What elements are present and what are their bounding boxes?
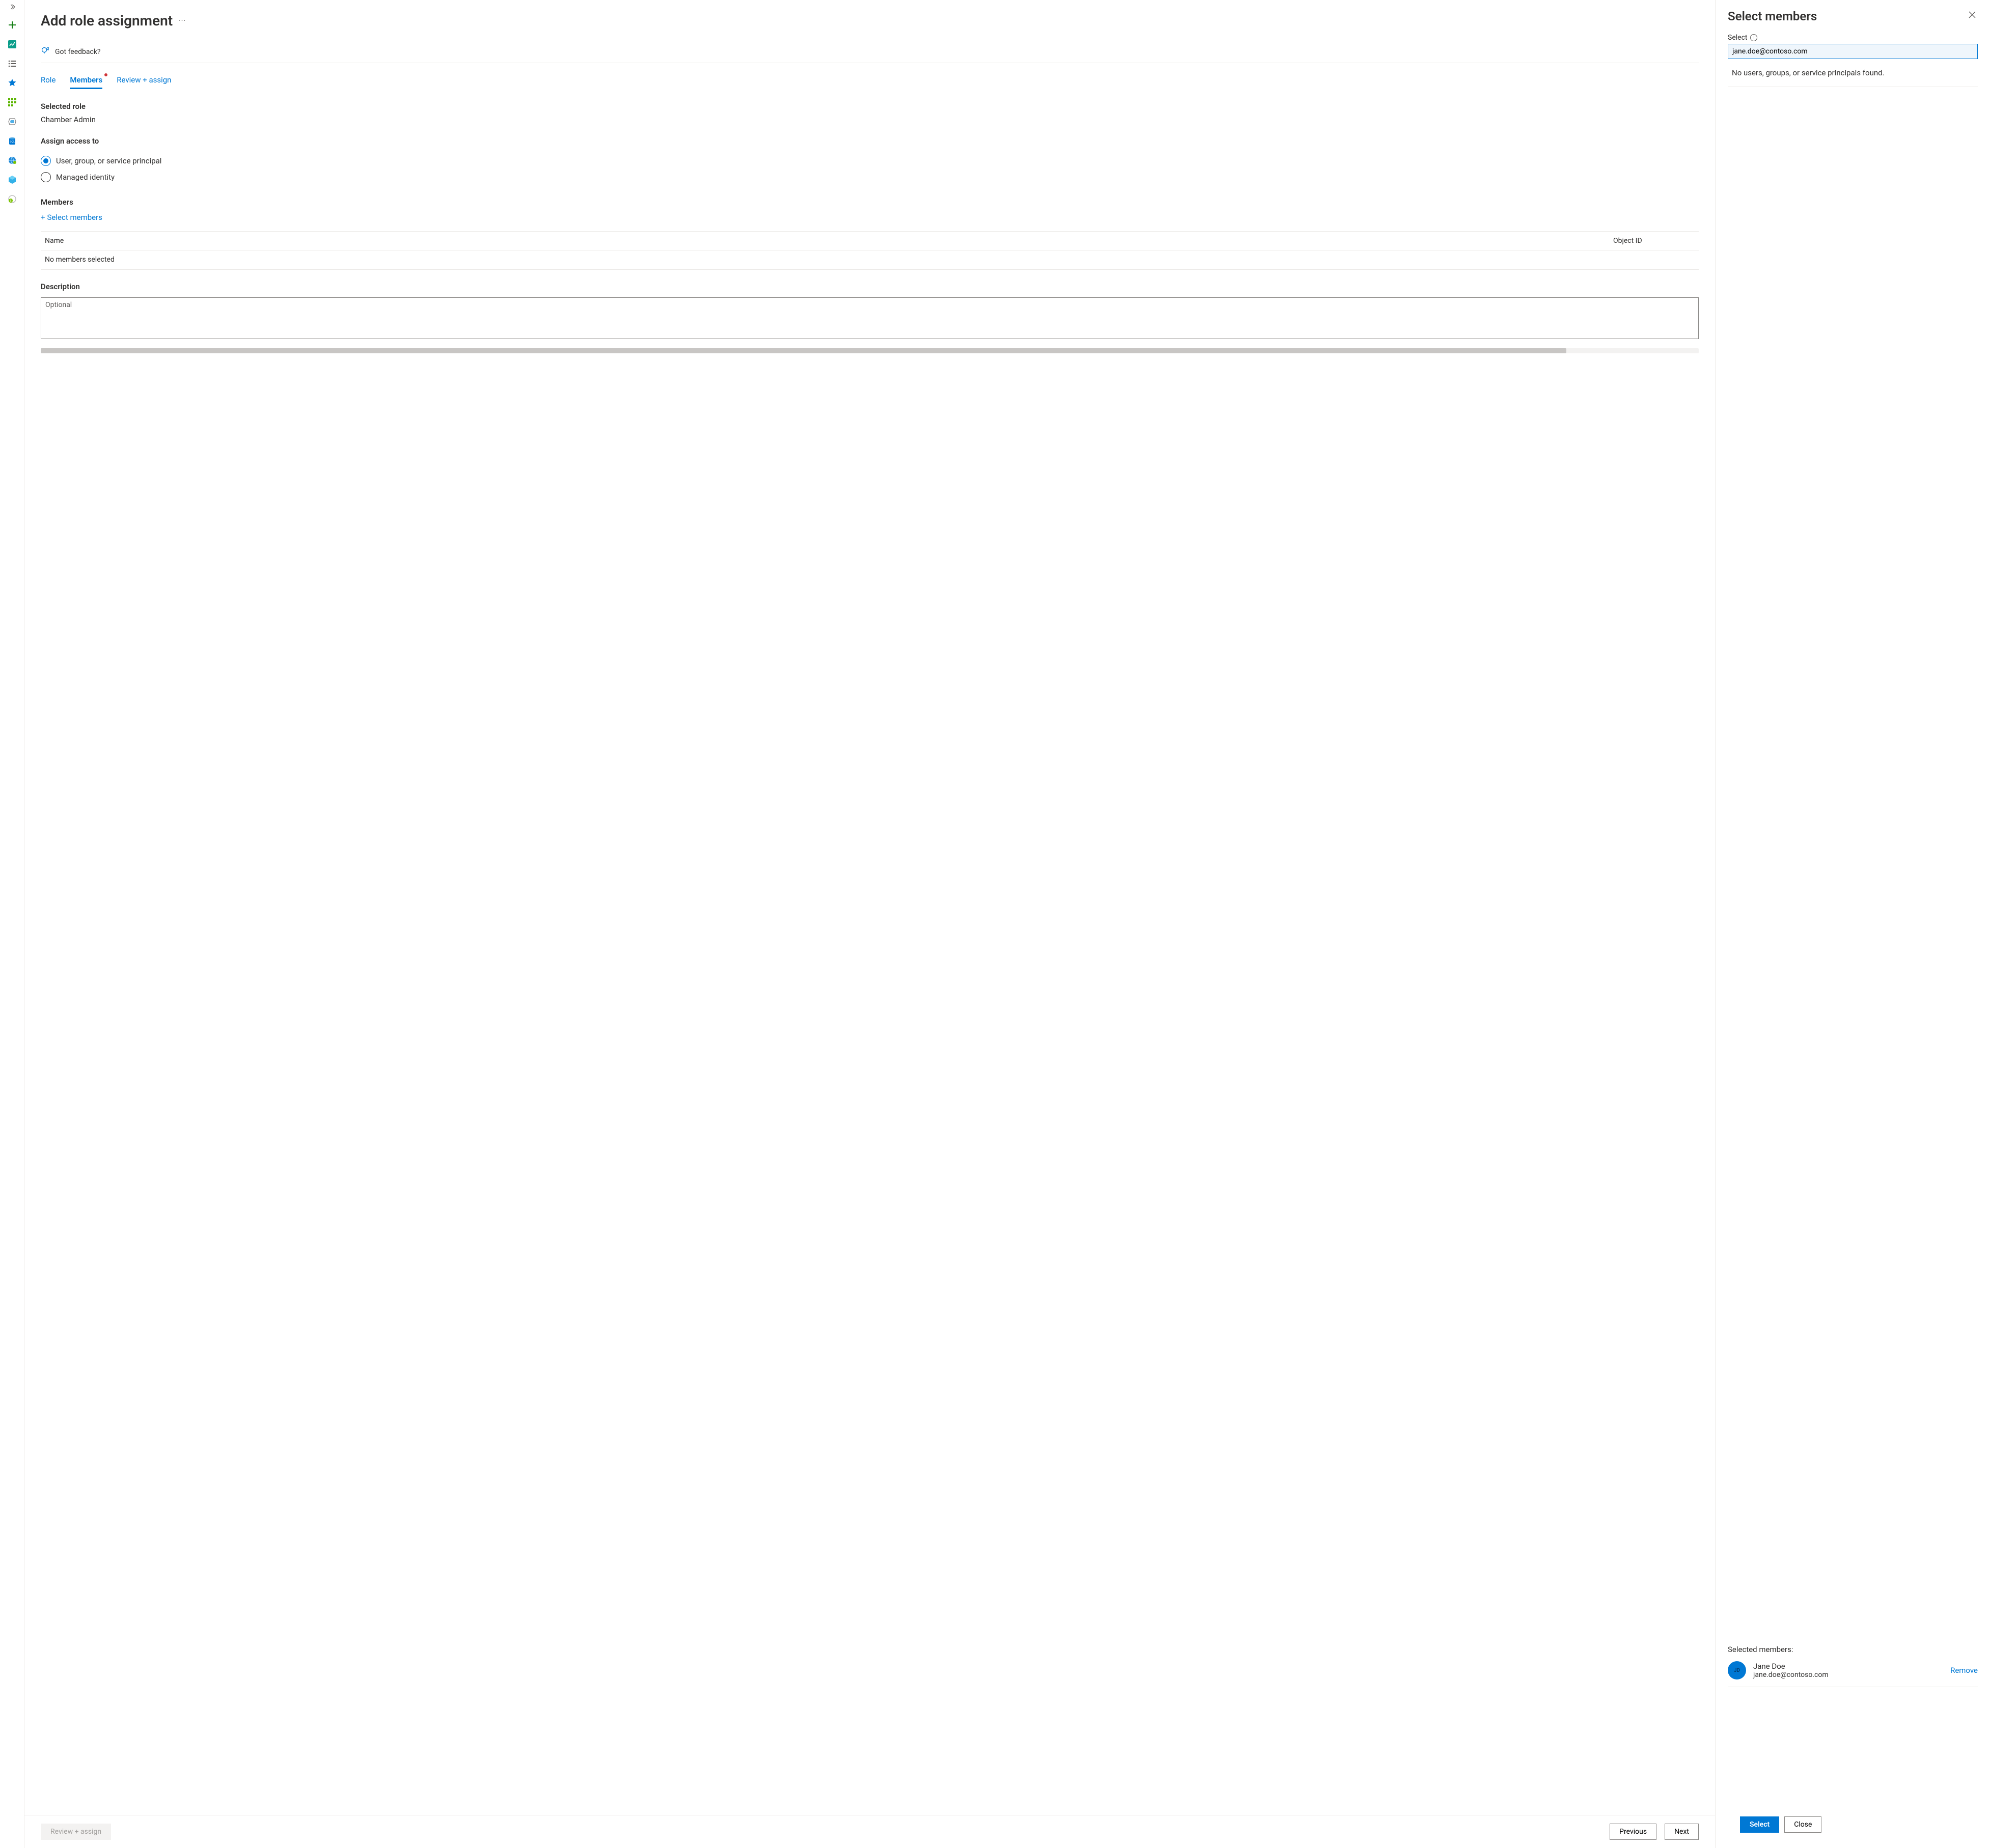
radio-icon [41,156,51,166]
svg-text:$: $ [10,200,11,203]
selected-members-label: Selected members: [1728,1614,1978,1654]
col-header-object-id: Object ID [1613,237,1695,245]
next-button[interactable]: Next [1665,1824,1699,1840]
dashboard-icon[interactable] [4,36,20,52]
description-input[interactable] [41,297,1699,339]
select-members-link[interactable]: + Select members [41,213,1699,222]
tab-role[interactable]: Role [41,72,56,89]
members-label: Members [41,198,1699,207]
remove-member-link[interactable]: Remove [1950,1666,1978,1675]
selected-role-value: Chamber Admin [41,115,1699,124]
horizontal-scrollbar[interactable] [41,348,1699,353]
member-email: jane.doe@contoso.com [1753,1671,1943,1679]
close-icon[interactable] [1967,9,1978,22]
flyout-title: Select members [1728,9,1817,23]
select-button[interactable]: Select [1740,1816,1779,1833]
svg-text:SQL: SQL [9,141,14,144]
table-row-empty: No members selected [41,250,1699,269]
assign-access-label: Assign access to [41,136,1699,146]
main-footer: Review + assign Previous Next [24,1815,1715,1848]
hex-icon[interactable] [4,114,20,130]
expand-rail-chevron[interactable] [9,4,15,12]
member-name: Jane Doe [1753,1662,1943,1671]
create-icon[interactable] [4,17,20,33]
tab-alert-dot [104,73,107,76]
col-header-name: Name [45,237,1613,245]
selected-member-row: JD Jane Doe jane.doe@contoso.com Remove [1728,1654,1978,1687]
scrollbar-thumb[interactable] [41,348,1566,353]
radio-managed-identity[interactable]: Managed identity [41,169,1699,185]
radio-icon [41,172,51,182]
members-table: Name Object ID No members selected [41,231,1699,270]
radio-user-group-sp[interactable]: User, group, or service principal [41,153,1699,169]
assign-access-radio-group: User, group, or service principal Manage… [41,153,1699,185]
left-rail: SQL $ [0,0,24,1848]
review-assign-button[interactable]: Review + assign [41,1824,111,1840]
info-icon[interactable]: i [1750,34,1757,41]
grid-icon[interactable] [4,94,20,110]
no-results-message: No users, groups, or service principals … [1728,59,1978,87]
main-panel: Add role assignment ··· Got feedback? Ro… [24,0,1715,1848]
list-icon[interactable] [4,55,20,72]
tabs: Role Members Review + assign [41,72,1699,90]
feedback-link[interactable]: Got feedback? [41,41,1699,63]
more-actions-icon[interactable]: ··· [179,17,186,25]
avatar: JD [1728,1661,1746,1679]
feedback-label: Got feedback? [55,48,101,56]
selected-role-label: Selected role [41,102,1699,111]
plus-icon: + [41,213,45,222]
description-label: Description [41,282,1699,291]
cube-icon[interactable] [4,172,20,188]
member-search-input[interactable] [1728,44,1978,59]
cost-icon[interactable]: $ [4,191,20,207]
tab-members[interactable]: Members [70,72,102,89]
tab-review-assign[interactable]: Review + assign [117,72,171,89]
globe-icon[interactable] [4,152,20,169]
select-members-flyout: Select members Select i No users, groups… [1715,0,1990,1848]
close-button[interactable]: Close [1784,1816,1821,1833]
select-field-label: Select [1728,34,1747,42]
favorites-icon[interactable] [4,75,20,91]
sql-icon[interactable]: SQL [4,133,20,149]
page-title: Add role assignment [41,12,173,29]
feedback-icon [41,46,50,58]
previous-button[interactable]: Previous [1610,1824,1656,1840]
flyout-footer: Select Close [1728,1809,1978,1842]
